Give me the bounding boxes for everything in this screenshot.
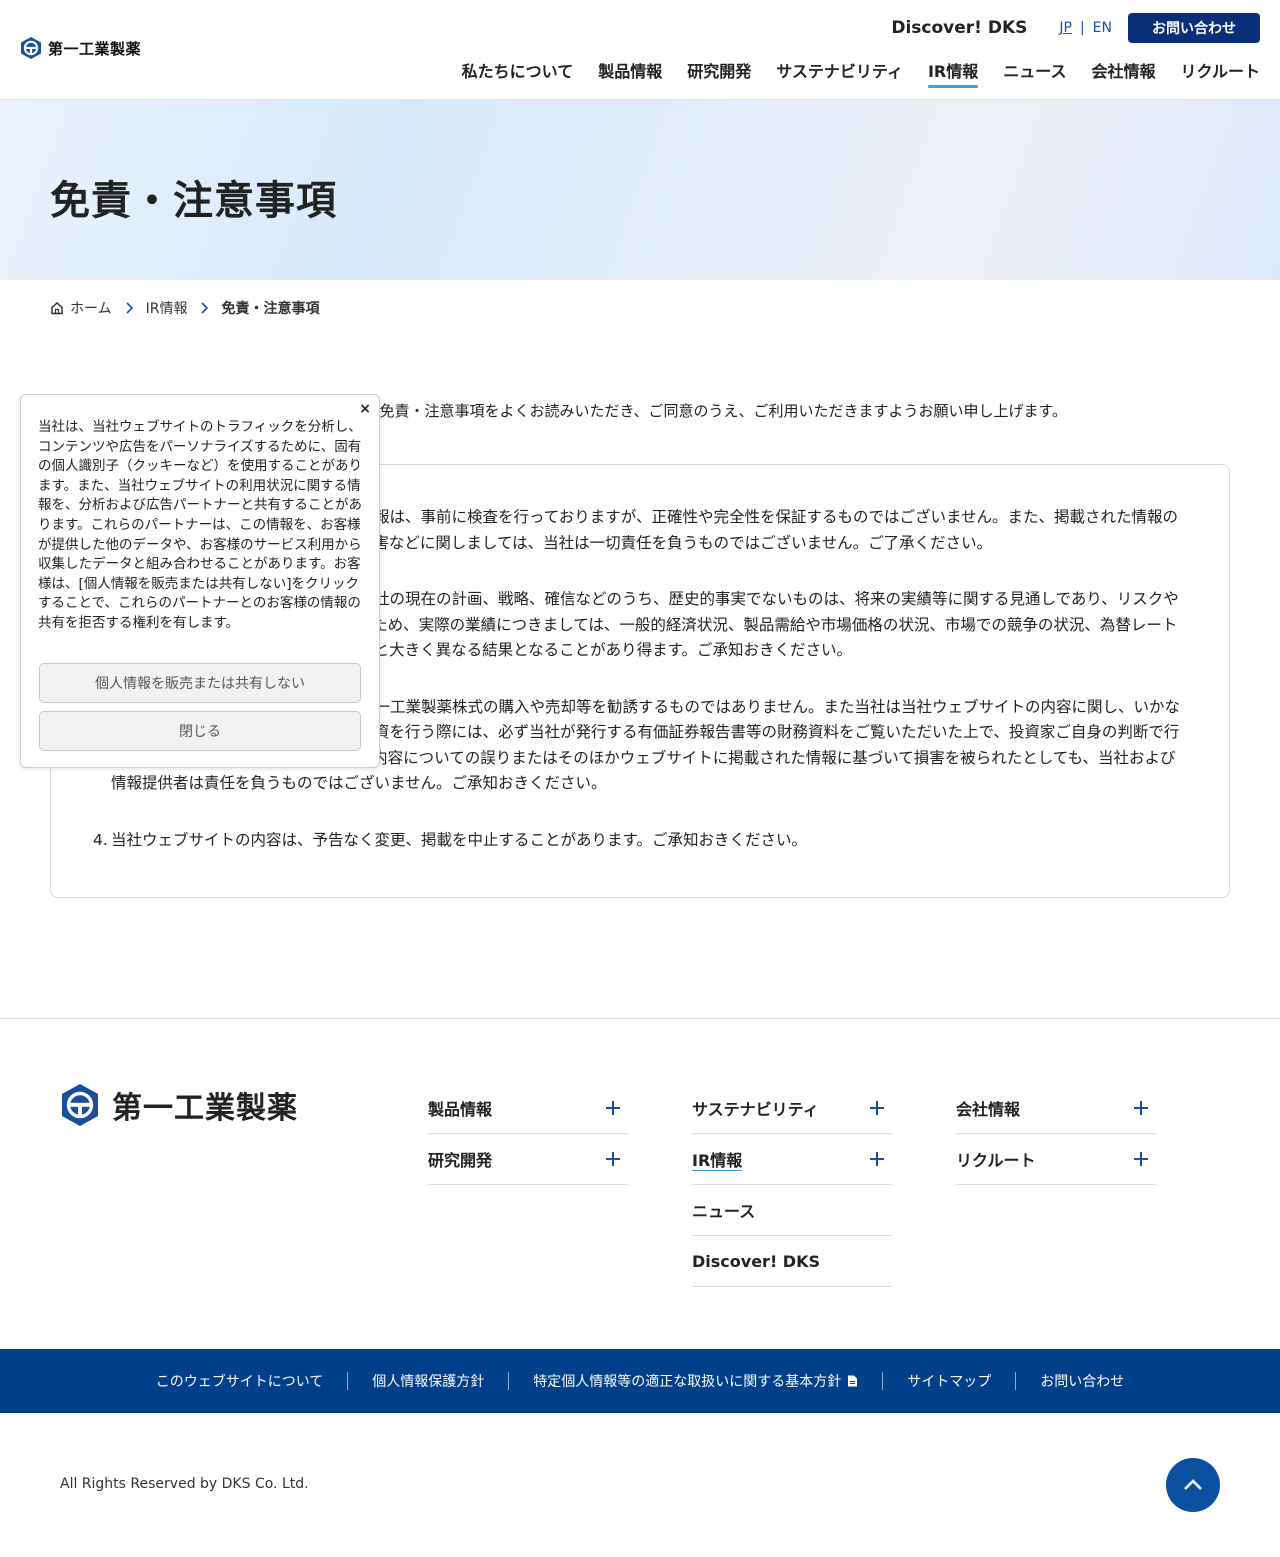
footer-item-label: IR情報 [692, 1151, 743, 1170]
copyright: All Rights Reserved by DKS Co. Ltd. [60, 1476, 309, 1492]
nav-ir[interactable]: IR情報 [927, 58, 979, 88]
cookie-close-button[interactable]: 閉じる [39, 711, 361, 751]
contact-button[interactable]: お問い合わせ [1128, 13, 1260, 43]
nav-about[interactable]: 私たちについて [462, 58, 574, 86]
dks-logo-icon [62, 1084, 98, 1126]
footer-col-1: 製品情報 研究開発 [428, 1083, 628, 1185]
lang-separator: | [1079, 20, 1085, 36]
footer-item-label: 会社情報 [956, 1100, 1021, 1119]
footer-col-2: サステナビリティ IR情報 ニュース Discover! DKS [692, 1083, 892, 1287]
language-switcher: JP | EN [1059, 20, 1112, 36]
footer-link-label: 特定個人情報等の適正な取扱いに関する基本方針 [533, 1374, 842, 1390]
footer-item-discover[interactable]: Discover! DKS [692, 1236, 892, 1287]
nav-sustainability[interactable]: サステナビリティ [776, 58, 903, 86]
footer-item-label: Discover! DKS [692, 1251, 821, 1271]
footer-link-separator [508, 1372, 510, 1390]
do-not-sell-button[interactable]: 個人情報を販売または共有しない [39, 663, 361, 703]
nav-products[interactable]: 製品情報 [598, 58, 662, 86]
lang-en-link[interactable]: EN [1093, 20, 1112, 36]
global-nav: 私たちについて 製品情報 研究開発 サステナビリティ IR情報 ニュース 会社情… [462, 58, 1260, 88]
nav-company[interactable]: 会社情報 [1091, 58, 1155, 86]
chevron-right-icon [126, 302, 133, 314]
plus-icon[interactable] [1134, 1152, 1148, 1166]
lang-jp-link[interactable]: JP [1059, 20, 1072, 36]
nav-news[interactable]: ニュース [1003, 58, 1066, 86]
footer-item-label: リクルート [956, 1151, 1036, 1170]
footer-item-label: サステナビリティ [692, 1100, 819, 1119]
footer-link-contact[interactable]: お問い合わせ [1040, 1371, 1124, 1391]
footer-item-label: ニュース [692, 1202, 756, 1221]
item-number: 4. [93, 830, 108, 849]
close-icon[interactable]: × [359, 401, 371, 417]
footer-item-label: 研究開発 [428, 1151, 493, 1170]
footer-item-research[interactable]: 研究開発 [428, 1134, 628, 1185]
logo-text: 第一工業製薬 [48, 39, 142, 58]
cookie-text: 当社は、当社ウェブサイトのトラフィックを分析し、コンテンツや広告をパーソナライズ… [38, 419, 362, 631]
nav-research[interactable]: 研究開発 [687, 58, 751, 86]
page-top-button[interactable] [1166, 1458, 1220, 1512]
footer-divider [0, 1018, 1280, 1019]
footer-col-3: 会社情報 リクルート [956, 1083, 1156, 1185]
breadcrumb-current: 免責・注意事項 [221, 301, 320, 317]
footer-item-news[interactable]: ニュース [692, 1185, 892, 1236]
footer-item-label: 製品情報 [428, 1100, 493, 1119]
footer-item-sustainability[interactable]: サステナビリティ [692, 1083, 892, 1134]
discover-dks-link[interactable]: Discover! DKS [891, 18, 1027, 38]
site-header: 第一工業製薬 Discover! DKS JP | EN お問い合わせ 私たちに… [0, 0, 1280, 100]
chevron-up-icon [1184, 1479, 1202, 1490]
footer-item-company[interactable]: 会社情報 [956, 1083, 1156, 1134]
page-hero: 免責・注意事項 [0, 100, 1280, 280]
site-logo[interactable]: 第一工業製薬 [20, 36, 141, 60]
footer-link-specific-privacy[interactable]: 特定個人情報等の適正な取扱いに関する基本方針 [533, 1371, 858, 1391]
footer-link-privacy[interactable]: 個人情報保護方針 [372, 1371, 484, 1391]
plus-icon[interactable] [1134, 1101, 1148, 1115]
footer-link-separator [1015, 1372, 1017, 1390]
breadcrumb: ホーム IR情報 免責・注意事項 [50, 298, 319, 318]
breadcrumb-home[interactable]: ホーム [70, 298, 112, 318]
footer-item-ir[interactable]: IR情報 [692, 1134, 892, 1185]
footer-links-bar: このウェブサイトについて 個人情報保護方針 特定個人情報等の適正な取扱いに関する… [0, 1349, 1280, 1413]
plus-icon[interactable] [606, 1152, 620, 1166]
home-icon [51, 301, 63, 315]
plus-icon[interactable] [606, 1101, 620, 1115]
header-utility: Discover! DKS JP | EN お問い合わせ [891, 13, 1260, 43]
footer-logo-text: 第一工業製薬 [112, 1091, 298, 1126]
nav-recruit[interactable]: リクルート [1180, 58, 1260, 86]
plus-icon[interactable] [870, 1101, 884, 1115]
page-title: 免責・注意事項 [50, 178, 337, 224]
footer-link-sitemap[interactable]: サイトマップ [907, 1371, 991, 1391]
footer-link-about-site[interactable]: このウェブサイトについて [156, 1371, 324, 1391]
item-text: 当社ウェブサイトの内容は、予告なく変更、掲載を中止することがあります。ご承知おき… [111, 830, 807, 849]
footer-link-separator [882, 1372, 884, 1390]
footer-link-separator [347, 1372, 349, 1390]
list-item: 4. 当社ウェブサイトの内容は、予告なく変更、掲載を中止することがあります。ご承… [93, 828, 1183, 854]
document-icon [848, 1375, 858, 1387]
breadcrumb-ir[interactable]: IR情報 [146, 298, 188, 318]
footer-item-products[interactable]: 製品情報 [428, 1083, 628, 1134]
plus-icon[interactable] [870, 1152, 884, 1166]
dks-logo-icon [21, 37, 41, 59]
cookie-consent-dialog: × 当社は、当社ウェブサイトのトラフィックを分析し、コンテンツや広告をパーソナラ… [20, 394, 380, 768]
footer-item-recruit[interactable]: リクルート [956, 1134, 1156, 1185]
footer-logo[interactable]: 第一工業製薬 [60, 1082, 298, 1128]
chevron-right-icon [201, 302, 209, 314]
